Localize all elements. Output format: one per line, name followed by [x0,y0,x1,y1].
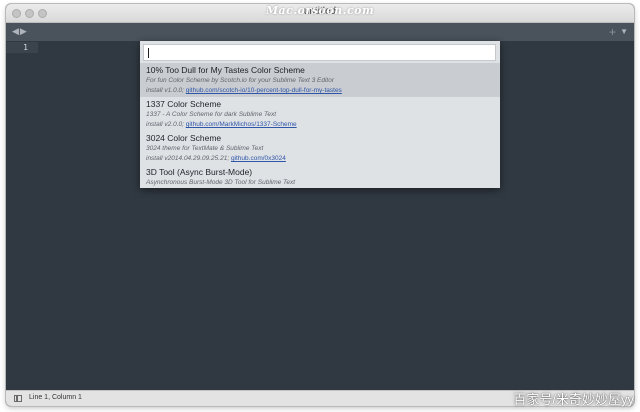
palette-item-title: 3024 Color Scheme [146,133,222,143]
palette-item-install: install v2.0.0; github.com/MarkMichos/13… [146,120,494,130]
palette-item-install: install v2014.04.29.09.25.21; github.com… [146,154,494,164]
palette-item[interactable]: 3D Tool (Async Burst-Mode) Asynchronous … [140,165,500,190]
repo-link[interactable]: github.com/0x3024 [231,155,286,162]
tab-menu-icon[interactable]: ▼ [620,27,628,36]
new-tab-icon[interactable]: + [609,25,616,39]
palette-item-install: install v1.0.0; github.com/scotch-io/10-… [146,86,494,96]
palette-results-list: 10% Too Dull for My Tastes Color Scheme … [140,63,500,190]
title-bar: untitled Mac.orsoon.com [6,4,634,23]
repo-link[interactable]: github.com/MarkMichos/1337-Scheme [186,121,297,128]
palette-item[interactable]: 10% Too Dull for My Tastes Color Scheme … [140,63,500,97]
install-version: install v2014.04.29.09.25.21; [146,155,230,162]
palette-search-input[interactable] [143,44,496,61]
palette-item-description: For fun Color Scheme by Scotch.io for yo… [146,77,334,84]
repo-link[interactable]: github.com/scotch-io/10-percent-top-dull… [186,87,342,94]
line-number: 1 [23,43,28,52]
sidebar-toggle-icon[interactable] [14,395,22,402]
palette-item-title: 1337 Color Scheme [146,99,222,109]
tab-nav-arrows-icon[interactable]: ◀▶ [12,26,28,37]
install-version: install v2.0.0; [146,121,184,128]
palette-item-title: 10% Too Dull for My Tastes Color Scheme [146,65,305,75]
palette-item-description: Asynchronous Burst-Mode 3D Tool for Subl… [146,179,296,186]
cursor-position: Line 1, Column 1 [29,394,82,401]
palette-item-description: 1337 - A Color Scheme for dark Sublime T… [146,111,277,118]
watermark-top: Mac.orsoon.com [265,4,375,17]
text-caret [148,48,149,58]
palette-item-title: 3D Tool (Async Burst-Mode) [146,167,253,177]
palette-item[interactable]: 1337 Color Scheme 1337 - A Color Scheme … [140,97,500,131]
watermark-bottom: 百家号/米奇妙妙屋yy [513,392,634,407]
palette-item-description: 3024 theme for TextMate & Sublime Text [146,145,264,152]
command-palette: 10% Too Dull for My Tastes Color Scheme … [140,41,500,188]
tab-bar: ◀▶ + ▼ [6,23,634,41]
install-version: install v1.0.0; [146,87,184,94]
palette-item[interactable]: 3024 Color Scheme 3024 theme for TextMat… [140,131,500,165]
editor-window: untitled Mac.orsoon.com ◀▶ + ▼ 1 10% Too… [6,4,634,406]
